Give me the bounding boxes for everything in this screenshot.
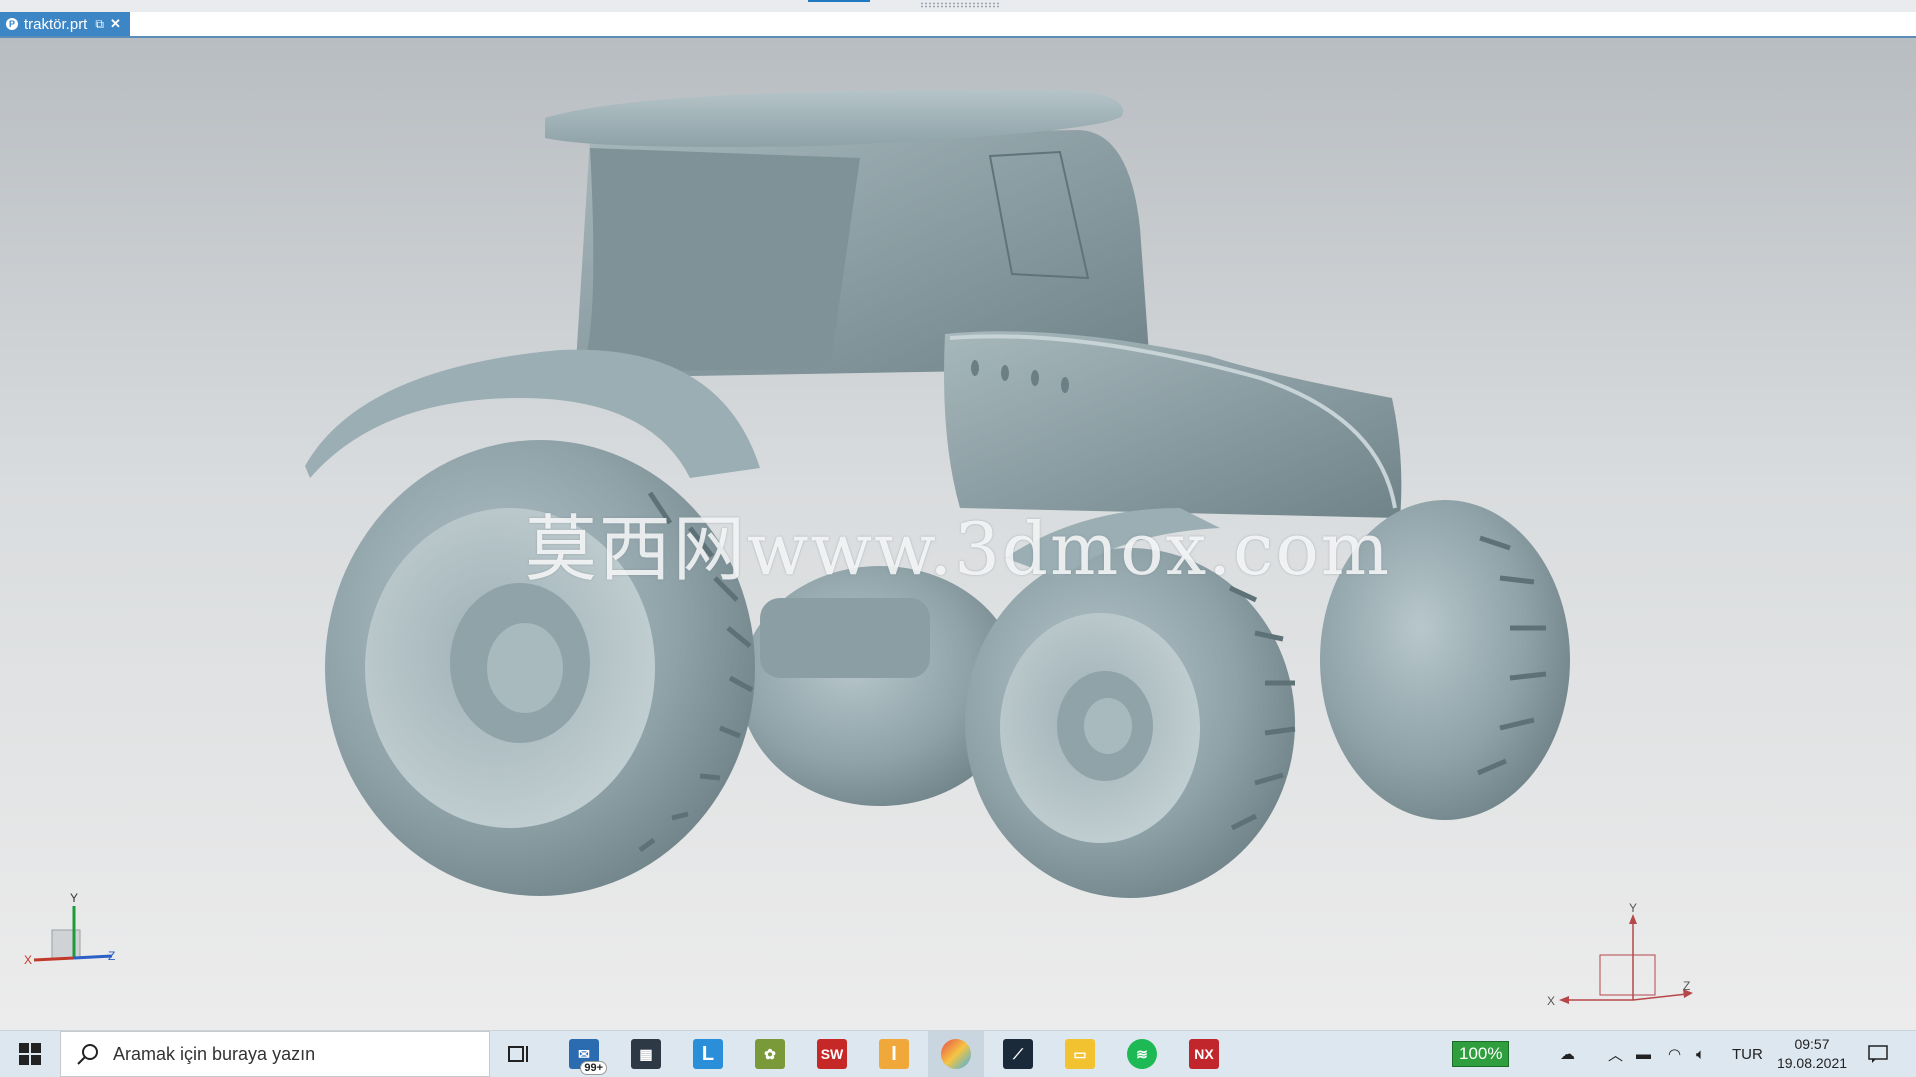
catia-icon: ⟋ (1003, 1039, 1033, 1069)
i-app-icon: I (879, 1039, 909, 1069)
rear-hub-cap (487, 623, 563, 713)
triad-y-label: Y (70, 891, 78, 905)
volume-icon[interactable]: 🔈︎ (1696, 1031, 1705, 1077)
axle (760, 598, 930, 678)
onedrive-icon[interactable]: ☁ (1560, 1031, 1575, 1077)
taskbar-mail[interactable]: ✉ 99+ (556, 1031, 612, 1077)
tractor-model (305, 89, 1570, 898)
clock[interactable]: 09:57 19.08.2021 (1772, 1031, 1852, 1077)
browser-icon (941, 1039, 971, 1069)
document-tab-bar: P traktör.prt ⧉ ✕ (0, 12, 1916, 38)
wcs-triad: Y X Z (1547, 901, 1693, 1008)
windows-logo-icon (19, 1043, 41, 1065)
triad-z-label: Z (108, 949, 115, 963)
chevron-up-icon[interactable]: ︿ (1608, 1031, 1623, 1077)
language-indicator[interactable]: TUR (1732, 1031, 1763, 1077)
folder-icon: ▭ (1065, 1039, 1095, 1069)
battery-icon[interactable]: ▬ (1636, 1031, 1651, 1077)
taskbar-file-explorer[interactable]: ▭ (1052, 1031, 1108, 1077)
wcs-x-label: X (1547, 994, 1555, 1008)
wcs-y-label: Y (1629, 901, 1637, 915)
front-hub-cap (1084, 698, 1132, 754)
wcs-z-label: Z (1683, 979, 1690, 993)
top-strip (0, 0, 1916, 12)
taskbar-search[interactable] (60, 1031, 490, 1077)
nx-icon: NX (1189, 1039, 1219, 1069)
paint-app-icon: ✿ (755, 1039, 785, 1069)
ribbon-grip-handle[interactable] (920, 2, 1000, 8)
taskbar-spotify[interactable]: ≋ (1114, 1031, 1170, 1077)
spotify-icon: ≋ (1127, 1039, 1157, 1069)
taskbar-store[interactable]: ▦ (618, 1031, 674, 1077)
solidworks-icon: SW (817, 1039, 847, 1069)
search-input[interactable] (111, 1042, 475, 1066)
taskbar-i-app[interactable]: I (866, 1031, 922, 1077)
taskbar-solidworks[interactable]: SW (804, 1031, 860, 1077)
triad-x-label: X (24, 953, 32, 967)
engine-hood (944, 331, 1402, 518)
task-view-button[interactable] (492, 1031, 548, 1077)
taskbar-l-app[interactable]: L (680, 1031, 736, 1077)
clock-date: 19.08.2021 (1776, 1055, 1848, 1071)
search-icon (77, 1044, 98, 1065)
task-view-icon (508, 1046, 528, 1062)
taskbar-browser[interactable] (928, 1031, 984, 1077)
taskbar-paint-app[interactable]: ✿ (742, 1031, 798, 1077)
store-icon: ▦ (631, 1039, 661, 1069)
ribbon-accent (808, 0, 870, 2)
notification-icon[interactable] (1868, 1031, 1888, 1077)
cab-side-window (580, 148, 860, 373)
taskbar-catia[interactable]: ⟋ (990, 1031, 1046, 1077)
document-tab-label: traktör.prt (24, 15, 88, 33)
battery-percent-widget[interactable]: 100% (1452, 1031, 1510, 1077)
graphics-viewport[interactable]: 莫西网www.3dmox.com Y X Z Y X Z (0, 38, 1916, 1030)
start-button[interactable] (0, 1031, 60, 1077)
battery-percent: 100% (1452, 1041, 1510, 1067)
undock-icon[interactable]: ⧉ (95, 17, 104, 32)
front-far-wheel (1320, 500, 1570, 820)
taskbar: ✉ 99+ ▦ L ✿ SW I ⟋ ▭ ≋ NX 100% ☁ ︿ ▬ ◠ 🔈… (0, 1030, 1916, 1077)
document-tab[interactable]: P traktör.prt ⧉ ✕ (0, 12, 130, 36)
action-center-icon (1868, 1045, 1888, 1063)
wifi-icon[interactable]: ◠ (1668, 1031, 1681, 1077)
part-file-icon: P (6, 18, 18, 30)
mail-badge: 99+ (580, 1061, 607, 1075)
clock-time: 09:57 (1794, 1036, 1830, 1052)
mail-icon: ✉ 99+ (569, 1039, 607, 1075)
l-app-icon: L (693, 1039, 723, 1069)
close-icon[interactable]: ✕ (110, 16, 121, 32)
taskbar-nx[interactable]: NX (1176, 1031, 1232, 1077)
view-triad[interactable]: Y X Z (22, 888, 122, 998)
